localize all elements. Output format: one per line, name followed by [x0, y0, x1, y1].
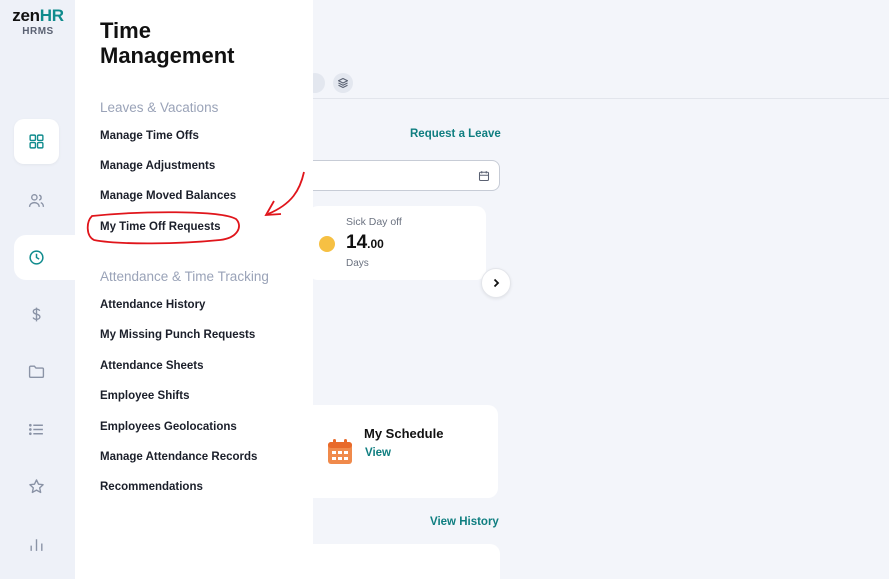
main-content: Request a Leave Sick Day off 14.00 Days … — [303, 0, 889, 579]
menu-item-employees-geolocations[interactable]: Employees Geolocations — [100, 421, 237, 433]
schedule-view-link[interactable]: View — [365, 447, 391, 459]
logo-subtitle: HRMS — [22, 26, 54, 37]
menu-item-manage-attendance-records[interactable]: Manage Attendance Records — [100, 451, 257, 463]
rail-people-button[interactable] — [14, 178, 59, 223]
menu-item-attendance-sheets[interactable]: Attendance Sheets — [100, 360, 204, 372]
calendar-icon — [478, 171, 490, 182]
dollar-icon — [32, 307, 41, 322]
view-history-link[interactable]: View History — [430, 516, 499, 528]
logo-main-text: zen — [12, 6, 40, 25]
menu-item-manage-adjustments[interactable]: Manage Adjustments — [100, 160, 215, 172]
sick-face-icon — [319, 236, 335, 252]
schedule-card: My Schedule View — [303, 405, 498, 498]
bar-chart-icon — [30, 539, 43, 551]
history-card — [303, 544, 500, 579]
header-divider — [313, 98, 889, 99]
chevron-right-icon — [493, 278, 500, 288]
rail-documents-button[interactable] — [14, 349, 59, 394]
balance-value: 14.00 — [346, 232, 384, 253]
folder-icon — [28, 365, 45, 379]
section-title-leaves: Leaves & Vacations — [100, 100, 219, 115]
balance-unit: Days — [346, 258, 369, 269]
menu-item-employee-shifts[interactable]: Employee Shifts — [100, 390, 189, 402]
menu-item-manage-moved-balances[interactable]: Manage Moved Balances — [100, 190, 236, 202]
rail-reports-button[interactable] — [14, 522, 59, 567]
list-icon — [29, 423, 43, 436]
zenhr-logo[interactable]: zenHR HRMS — [8, 6, 68, 37]
balance-card-sick: Sick Day off 14.00 Days — [308, 206, 486, 280]
balance-label: Sick Day off — [346, 216, 402, 228]
menu-item-missing-punch-requests[interactable]: My Missing Punch Requests — [100, 329, 255, 341]
menu-item-manage-time-offs[interactable]: Manage Time Offs — [100, 130, 199, 142]
schedule-calendar-icon — [328, 439, 352, 464]
menu-item-attendance-history[interactable]: Attendance History — [100, 299, 205, 311]
clock-icon — [29, 250, 44, 265]
rail-favorites-button[interactable] — [14, 464, 59, 509]
rail-dashboard-button[interactable] — [14, 119, 59, 164]
logo-accent-text: HR — [39, 6, 64, 25]
rail-list-button[interactable] — [14, 407, 59, 452]
rail-payroll-button[interactable] — [14, 292, 59, 337]
star-icon — [29, 479, 44, 494]
rail-time-button[interactable] — [14, 235, 75, 280]
time-management-menu: Time Management Leaves & Vacations Manag… — [75, 0, 313, 579]
dashboard-icon — [29, 134, 44, 149]
menu-title: Time Management — [100, 18, 235, 68]
menu-item-recommendations[interactable]: Recommendations — [100, 481, 203, 493]
section-title-attendance: Attendance & Time Tracking — [100, 269, 269, 284]
menu-item-my-time-off-requests[interactable]: My Time Off Requests — [100, 221, 221, 233]
schedule-title: My Schedule — [364, 426, 444, 441]
request-leave-link[interactable]: Request a Leave — [410, 128, 501, 140]
people-icon — [28, 193, 45, 207]
carousel-next-button[interactable] — [481, 268, 511, 298]
layers-icon — [337, 77, 349, 89]
date-range-field[interactable] — [303, 160, 500, 191]
layers-button[interactable] — [333, 73, 353, 93]
nav-rail: zenHR HRMS — [0, 0, 75, 579]
